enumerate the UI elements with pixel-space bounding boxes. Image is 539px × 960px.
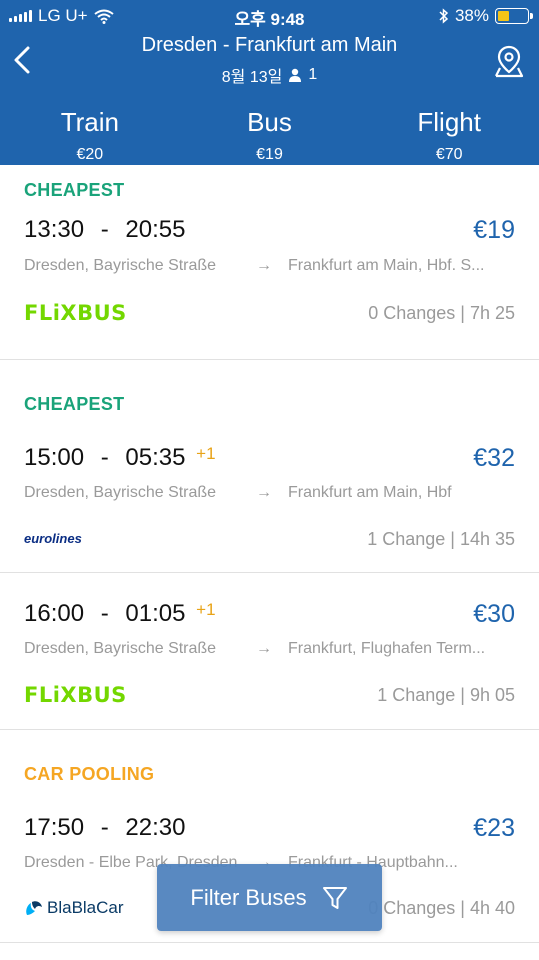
time-separator: - [100, 216, 109, 243]
route-subtitle: 8월 13일 1 [222, 63, 318, 87]
depart-time: 17:50 [24, 814, 85, 841]
arrive-time: 01:05 [125, 600, 186, 627]
trip-stations: Dresden, Bayrische Straße → Frankfurt am… [24, 484, 516, 502]
trip-changes: 1 Change | 14h 35 [367, 529, 515, 549]
status-bar: LG U+ 오후 9:48 38% [0, 0, 539, 30]
map-pin-icon[interactable] [493, 44, 525, 78]
blablacar-icon [26, 901, 42, 915]
from-station: Dresden, Bayrische Straße [24, 484, 217, 501]
status-right: 38% [439, 6, 533, 26]
result-card[interactable]: CHEAPEST 15:00 - 05:35 +1 €32 Dresden, B… [0, 360, 539, 573]
car-pooling-tag: CAR POOLING [24, 764, 155, 784]
arrive-time: 20:55 [125, 216, 186, 243]
to-station: Frankfurt, Flughafen Term... [288, 640, 486, 657]
trip-times: 16:00 - 01:05 +1 [24, 600, 216, 628]
filter-buses-button[interactable]: Filter Buses [157, 864, 382, 931]
trip-price: €32 [473, 444, 515, 472]
battery-icon [495, 8, 533, 24]
flixbus-logo: FLiXBUS [24, 683, 127, 707]
flixbus-logo: FLiXBUS [24, 301, 127, 325]
passenger-count: 1 [308, 66, 318, 83]
trip-changes: 1 Change | 9h 05 [377, 685, 515, 705]
arrow-right-icon: → [256, 640, 272, 657]
filter-funnel-icon [322, 886, 347, 909]
trip-times: 17:50 - 22:30 [24, 814, 185, 842]
to-station: Frankfurt am Main, Hbf [288, 484, 452, 501]
result-card[interactable]: CHEAPEST 13:30 - 20:55 €19 Dresden, Bayr… [0, 165, 539, 360]
bluetooth-icon [439, 8, 449, 24]
app-header: LG U+ 오후 9:48 38% Dresden - Frankfurt am… [0, 0, 539, 179]
arrive-time: 22:30 [125, 814, 186, 841]
trip-price: €30 [473, 600, 515, 628]
arrow-right-icon: → [256, 257, 272, 274]
travel-date: 8월 13일 [221, 69, 283, 86]
trip-changes: 0 Changes | 7h 25 [368, 303, 515, 323]
next-day-badge: +1 [196, 600, 216, 619]
from-station: Dresden, Bayrische Straße [24, 257, 217, 274]
cheapest-tag: CHEAPEST [24, 180, 125, 200]
blablacar-logo: BlaBlaCar [24, 898, 124, 918]
blablacar-wordmark: BlaBlaCar [47, 898, 124, 917]
trip-price: €23 [473, 814, 515, 842]
tab-price: €19 [256, 146, 283, 163]
trip-stations: Dresden, Bayrische Straße → Frankfurt, F… [24, 640, 516, 658]
depart-time: 16:00 [24, 600, 85, 627]
time-separator: - [100, 814, 109, 841]
tab-price: €70 [435, 146, 463, 163]
filter-button-label: Filter Buses [190, 884, 307, 910]
arrive-time: 05:35 [125, 444, 186, 471]
result-card[interactable]: 16:00 - 01:05 +1 €30 Dresden, Bayrische … [0, 573, 539, 730]
trip-stations: Dresden, Bayrische Straße → Frankfurt am… [24, 257, 516, 275]
to-station: Frankfurt am Main, Hbf. S... [288, 257, 485, 274]
depart-time: 13:30 [24, 216, 85, 243]
time-separator: - [100, 444, 109, 471]
eurolines-wordmark: eurolines [24, 531, 82, 546]
next-day-badge: +1 [196, 444, 216, 463]
tab-label: Bus [247, 107, 292, 137]
trip-price: €19 [473, 216, 515, 244]
route-title: Dresden - Frankfurt am Main [141, 34, 398, 56]
depart-time: 15:00 [24, 444, 85, 471]
time-separator: - [100, 600, 109, 627]
trip-changes: 0 Changes | 4h 40 [368, 898, 515, 918]
trip-times: 15:00 - 05:35 +1 [24, 444, 216, 472]
tab-label: Flight [417, 107, 481, 137]
trip-times: 13:30 - 20:55 [24, 216, 185, 244]
eurolines-logo: eurolines [24, 531, 82, 546]
person-icon [289, 68, 302, 82]
tab-price: €20 [76, 146, 104, 163]
tab-label: Train [60, 107, 119, 137]
battery-percent: 38% [454, 6, 489, 25]
route-header: Dresden - Frankfurt am Main 8월 13일 1 [0, 34, 539, 87]
cheapest-tag: CHEAPEST [24, 394, 125, 414]
arrow-right-icon: → [256, 484, 272, 501]
from-station: Dresden, Bayrische Straße [24, 640, 217, 657]
